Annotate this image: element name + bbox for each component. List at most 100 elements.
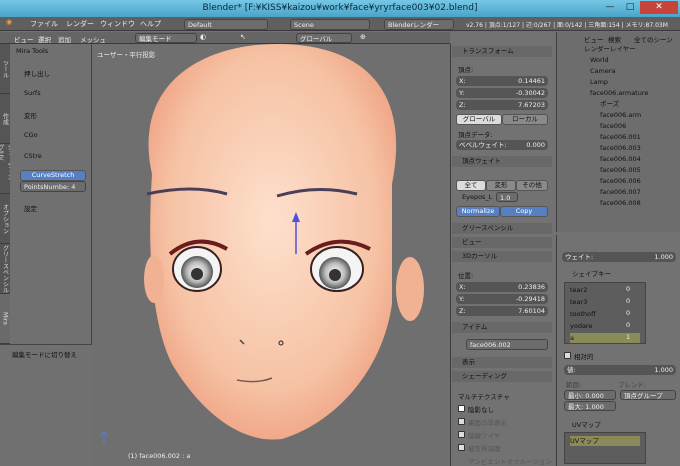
vertex-weights-header[interactable]: 頂点ウェイト <box>452 156 552 167</box>
bevel-weight-field[interactable]: ベベルウェイト: 0.000 <box>456 140 548 150</box>
dof-checkbox[interactable] <box>458 444 465 451</box>
outliner-row[interactable]: ポーズ <box>600 99 680 110</box>
render-engine-selector[interactable]: Blenderレンダー <box>384 19 454 30</box>
vertex-y-field[interactable]: Y: -0.30042 <box>456 88 548 98</box>
tab-grease-pencil[interactable]: グリースペンシル <box>0 244 10 294</box>
object-info: (1) face006.002 : a <box>128 452 191 460</box>
vertex-z-field[interactable]: Z: 7.67203 <box>456 100 548 110</box>
menu-window[interactable]: ウィンドウ <box>100 19 135 29</box>
display-panel-header[interactable]: 表示 <box>452 357 552 368</box>
tool-cstretch[interactable]: CStre <box>24 152 42 160</box>
menu-render[interactable]: レンダー <box>66 19 94 29</box>
layout-selector[interactable]: Default <box>184 19 268 30</box>
blender-logo-icon[interactable]: ◉ <box>6 18 12 26</box>
local-toggle[interactable]: ローカル <box>502 114 548 125</box>
shape-value-field[interactable]: 値: 1.000 <box>564 365 676 375</box>
outliner-row[interactable]: face006.003 <box>600 143 680 154</box>
maximize-button[interactable]: □ <box>620 1 640 14</box>
range-min-field[interactable]: 最小: 0.000 <box>564 390 616 400</box>
minimize-button[interactable]: — <box>600 1 620 14</box>
menu-select[interactable]: 選択 <box>38 34 51 44</box>
settings-label[interactable]: 設定 <box>24 203 37 213</box>
normalize-button[interactable]: Normalize <box>456 206 500 217</box>
3d-cursor-header[interactable]: 3Dカーソル <box>452 251 552 262</box>
tab-create[interactable]: 作成 <box>0 94 10 144</box>
snap-icon[interactable]: ⊕ <box>360 33 366 41</box>
tool-cgo[interactable]: CGo <box>24 131 38 139</box>
curve-stretch-button[interactable]: CurveStretch <box>20 170 86 181</box>
item-panel-header[interactable]: アイテム <box>452 322 552 333</box>
outliner-search-menu[interactable]: 検索 <box>608 34 621 44</box>
outliner-view-menu[interactable]: ビュー <box>584 34 604 44</box>
last-operator-panel <box>0 344 92 466</box>
manipulator-icon[interactable]: ↖ <box>240 33 246 41</box>
outliner-row[interactable]: face006.007 <box>600 187 680 198</box>
tab-shading-uv[interactable]: シェーディング/UV <box>0 144 13 194</box>
outliner-row[interactable]: World <box>590 55 680 66</box>
outliner-row[interactable]: face006.arm <box>600 110 680 121</box>
outliner-row[interactable]: face006.004 <box>600 154 680 165</box>
tool-deform[interactable]: 変形 <box>24 110 37 120</box>
outliner-row[interactable]: Camera <box>590 66 680 77</box>
vertex-group-field[interactable]: 頂点グループ <box>620 390 676 400</box>
orientation-selector[interactable]: グローバル <box>296 33 352 43</box>
eyepos-weight-field[interactable]: 1.0 <box>496 192 518 202</box>
menu-help[interactable]: ヘルプ <box>140 19 161 29</box>
item-name-field[interactable]: face006.002 <box>466 339 548 350</box>
menu-mesh[interactable]: メッシュ <box>80 34 106 44</box>
menu-file[interactable]: ファイル <box>30 19 58 29</box>
transform-panel-header[interactable]: トランスフォーム <box>452 46 552 57</box>
shading-icon[interactable]: ◐ <box>200 33 206 41</box>
tab-tools[interactable]: ツール <box>0 44 10 94</box>
weights-deform-tab[interactable]: 変形 <box>486 180 516 191</box>
tab-mira[interactable]: Mira <box>0 294 10 344</box>
outliner-row[interactable]: Lamp <box>590 77 680 88</box>
outliner-row[interactable]: レンダーレイヤー <box>584 44 680 55</box>
stats-text: v2.76 | 頂点:1/127 | 辺:0/267 | 面:0/142 | 三… <box>466 22 668 29</box>
outliner-row[interactable]: face006.001 <box>600 132 680 143</box>
menu-add[interactable]: 追加 <box>58 34 71 44</box>
uv-map-item[interactable]: UVマップ <box>570 436 640 446</box>
mode-selector[interactable]: 編集モード <box>135 33 197 43</box>
shape-keys-header[interactable]: シェイプキー <box>572 268 611 278</box>
hidden-wire-checkbox[interactable] <box>458 431 465 438</box>
range-max-field[interactable]: 最大: 1.000 <box>564 401 616 411</box>
weights-other-tab[interactable]: その他 <box>516 180 548 191</box>
tool-shelf-tabs: ツール 作成 シェーディング/UV オプション グリースペンシル Mira <box>0 44 13 344</box>
copy-button[interactable]: Copy <box>500 206 548 217</box>
mira-tools-title: Mira Tools <box>16 47 49 55</box>
cursor-y-field[interactable]: Y: -0.29418 <box>456 294 548 304</box>
grease-pencil-header[interactable]: グリースペンシル <box>452 223 552 234</box>
face-render <box>99 44 424 444</box>
tab-options[interactable]: オプション <box>0 194 10 244</box>
outliner-row[interactable]: face006.006 <box>600 176 680 187</box>
vertex-x-field[interactable]: X: 0.14461 <box>456 76 548 86</box>
last-operator-label: 編集モードに切り替え <box>12 351 77 359</box>
shadeless-checkbox[interactable] <box>458 405 465 412</box>
points-number-field[interactable]: PointsNumbe: 4 <box>20 181 86 192</box>
close-button[interactable]: ✕ <box>640 1 678 14</box>
global-toggle[interactable]: グローバル <box>456 114 502 125</box>
cursor-z-field[interactable]: Z: 7.60104 <box>456 306 548 316</box>
outliner-display-mode[interactable]: 全てのシーン <box>634 34 673 44</box>
weight-field[interactable]: ウェイト: 1.000 <box>562 252 676 262</box>
outliner-row[interactable]: face006.armature <box>590 88 680 99</box>
uv-maps-header[interactable]: UVマップ <box>572 419 601 429</box>
weights-all-tab[interactable]: 全て <box>456 180 486 191</box>
relative-label: 相対的 <box>574 353 594 361</box>
tool-extrude[interactable]: 押し出し <box>24 68 50 78</box>
range-label: 範囲: <box>566 381 582 389</box>
outliner-row[interactable]: face006 <box>600 121 680 132</box>
relative-checkbox[interactable] <box>564 352 571 359</box>
outliner-row[interactable]: face006.005 <box>600 165 680 176</box>
3d-viewport[interactable] <box>92 44 450 466</box>
outliner-row[interactable]: face006.008 <box>600 198 680 209</box>
cursor-x-field[interactable]: X: 0.23836 <box>456 282 548 292</box>
view-panel-header[interactable]: ビュー <box>452 237 552 248</box>
backface-checkbox[interactable] <box>458 418 465 425</box>
tool-surfs[interactable]: Surfs <box>24 89 41 97</box>
scene-selector[interactable]: Scene <box>290 19 370 30</box>
shading-panel-header[interactable]: シェーディング <box>452 371 552 382</box>
blend-label: ブレンド: <box>618 381 647 389</box>
menu-view[interactable]: ビュー <box>14 34 34 44</box>
